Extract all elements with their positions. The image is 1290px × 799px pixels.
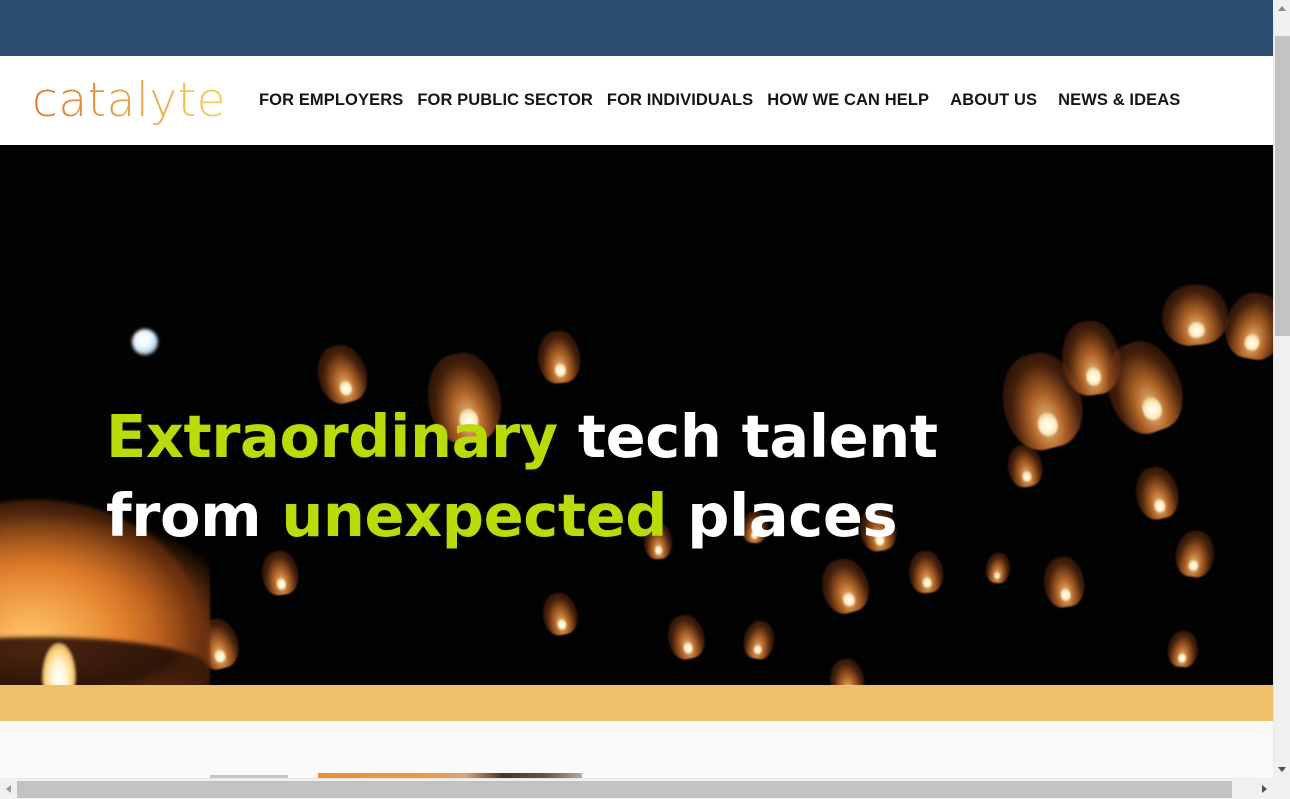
sky-lantern (1220, 288, 1273, 364)
scroll-left-button[interactable] (0, 778, 17, 799)
nav-item-for-employers[interactable]: FOR EMPLOYERS (252, 91, 410, 110)
light-orb-decoration (132, 329, 158, 355)
sky-lantern (984, 551, 1012, 585)
sky-lantern (539, 590, 581, 638)
sky-lantern (1166, 629, 1200, 669)
sky-lantern (1159, 281, 1231, 349)
amber-divider-band (0, 685, 1273, 721)
vertical-scrollbar-thumb[interactable] (1275, 36, 1290, 336)
sky-lantern (535, 328, 583, 386)
horizontal-scrollbar-thumb[interactable] (17, 781, 1232, 798)
sky-lantern (663, 611, 709, 663)
hero-headline-accent-2: unexpected (281, 481, 668, 550)
sky-lantern (741, 619, 777, 661)
chevron-right-icon (1262, 784, 1267, 793)
chevron-left-icon (6, 784, 11, 793)
next-section-preview (0, 721, 1273, 778)
catalyte-logo[interactable]: catalyte (32, 72, 226, 130)
nav-item-for-individuals[interactable]: FOR INDIVIDUALS (600, 91, 760, 110)
hero-headline-rest-2: places (667, 481, 898, 550)
hero-section: Extraordinary tech talent from unexpecte… (0, 145, 1273, 685)
vertical-scrollbar[interactable] (1273, 0, 1290, 778)
site-header: catalyte FOR EMPLOYERS FOR PUBLIC SECTOR… (0, 56, 1273, 145)
hero-headline-accent-1: Extraordinary (106, 402, 558, 471)
hero-headline-line-1: Extraordinary tech talent (106, 397, 1006, 476)
sky-lantern (815, 553, 875, 619)
hero-headline-prefix-2: from (106, 481, 282, 550)
top-navy-band (0, 0, 1273, 56)
nav-item-for-public-sector[interactable]: FOR PUBLIC SECTOR (410, 91, 600, 110)
scroll-up-button[interactable] (1273, 0, 1290, 17)
scroll-right-button[interactable] (1256, 778, 1273, 799)
horizontal-scrollbar[interactable] (0, 778, 1273, 799)
scrollbar-corner (1273, 778, 1290, 799)
hero-headline-line-2: from unexpected places (106, 476, 1006, 555)
sky-lantern (906, 549, 946, 595)
hero-headline-rest-1: tech talent (557, 402, 938, 471)
hero-headline: Extraordinary tech talent from unexpecte… (106, 397, 1006, 555)
nav-item-how-we-can-help[interactable]: HOW WE CAN HELP (760, 91, 936, 110)
sky-lantern (1172, 528, 1218, 580)
main-navigation: FOR EMPLOYERS FOR PUBLIC SECTOR FOR INDI… (252, 56, 1187, 145)
sky-lantern (1040, 554, 1088, 610)
browser-viewport: catalyte FOR EMPLOYERS FOR PUBLIC SECTOR… (0, 0, 1273, 778)
sky-lantern (827, 656, 867, 685)
scroll-down-button[interactable] (1273, 761, 1290, 778)
nav-item-about-us[interactable]: ABOUT US (943, 91, 1044, 110)
chevron-up-icon (1277, 6, 1286, 11)
nav-item-news-and-ideas[interactable]: NEWS & IDEAS (1051, 91, 1187, 110)
sky-lantern (1131, 463, 1183, 523)
chevron-down-icon (1277, 767, 1286, 772)
sky-lantern (259, 548, 301, 598)
